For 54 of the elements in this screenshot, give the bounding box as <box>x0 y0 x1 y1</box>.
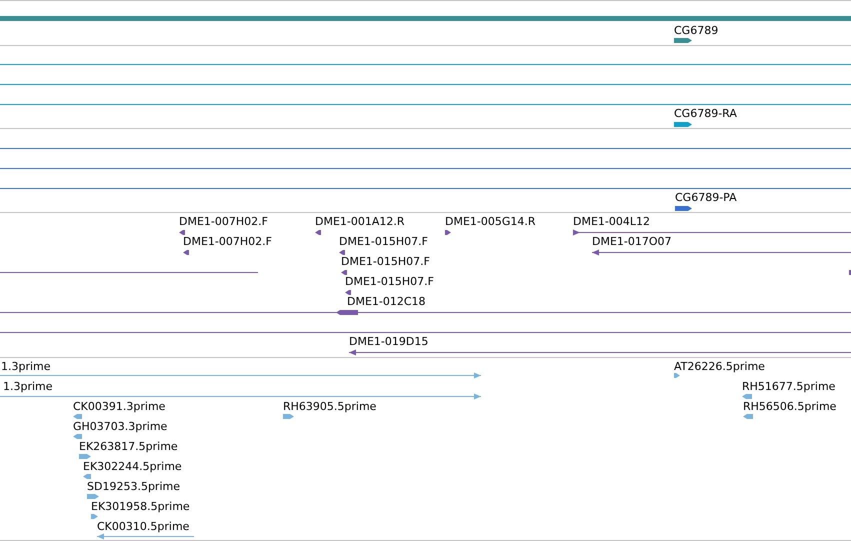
feature-arrow-block[interactable] <box>345 290 351 295</box>
feature-arrow-block[interactable] <box>83 474 91 479</box>
feature-label: CG6789 <box>674 24 718 37</box>
feature-label: DME1-001A12.R <box>315 215 405 228</box>
feature-arrow-block[interactable] <box>315 230 321 235</box>
feature-label: EK263817.5prime <box>79 440 178 453</box>
feature-label: DME1-015H07.F <box>339 235 428 248</box>
feature-arrow-line[interactable] <box>573 230 851 236</box>
feature-label: 1.3prime <box>1 360 51 373</box>
feature-label: DME1-007H02.F <box>179 215 268 228</box>
feature-label: DME1-017O07 <box>592 235 672 248</box>
feature-arrow-block[interactable] <box>79 454 91 459</box>
feature-arrow-block[interactable] <box>339 250 345 255</box>
feature-arrow-block[interactable] <box>283 414 294 419</box>
feature-label: AT26226.5prime <box>674 360 765 373</box>
feature-label: DME1-004L12 <box>573 215 650 228</box>
feature-arrow-block[interactable] <box>91 514 98 519</box>
feature-arrow-block[interactable] <box>341 270 347 275</box>
feature-label: DME1-005G14.R <box>445 215 536 228</box>
feature-arrow-line[interactable] <box>592 250 851 256</box>
feature-label: DME1-015H07.F <box>345 275 434 288</box>
feature-arrow-block[interactable] <box>445 230 451 235</box>
feature-arrow-block[interactable] <box>743 414 753 419</box>
feature-arrow-block[interactable] <box>674 122 692 127</box>
feature-arrow-block[interactable] <box>87 494 99 499</box>
feature-label: DME1-019D15 <box>349 335 428 348</box>
feature-label: EK301958.5prime <box>91 500 190 513</box>
feature-arrow-block[interactable] <box>183 250 189 255</box>
feature-label: CG6789-RA <box>674 107 737 120</box>
feature-label: CG6789-PA <box>675 191 737 204</box>
feature-label: CK00310.5prime <box>97 520 190 533</box>
feature-arrow-block[interactable] <box>336 310 358 315</box>
feature-label: RH56506.5prime <box>743 400 836 413</box>
feature-label: SD19253.5prime <box>87 480 180 493</box>
feature-label: RH51677.5prime <box>742 380 836 393</box>
feature-arrow-line[interactable] <box>97 534 194 540</box>
feature-label: DME1-007H02.F <box>183 235 272 248</box>
feature-arrow-block[interactable] <box>73 414 82 419</box>
feature-label: RH63905.5prime <box>283 400 376 413</box>
feature-arrow-block[interactable] <box>73 434 82 439</box>
feature-arrow-block[interactable] <box>675 206 692 211</box>
feature-arrow-line[interactable] <box>0 394 481 400</box>
feature-arrow-line[interactable] <box>0 372 481 378</box>
feature-label: 1.3prime <box>3 380 53 393</box>
feature-label: DME1-012C18 <box>347 295 426 308</box>
feature-label: DME1-015H07.F <box>341 255 430 268</box>
feature-arrow-block[interactable] <box>674 38 692 43</box>
feature-arrow-block[interactable] <box>674 373 680 378</box>
feature-arrow-block[interactable] <box>742 394 752 399</box>
feature-label: GH03703.3prime <box>73 420 168 433</box>
feature-label: EK302244.5prime <box>83 460 182 473</box>
feature-label: CK00391.3prime <box>73 400 166 413</box>
feature-arrow-block[interactable] <box>179 230 185 235</box>
feature-arrow-line[interactable] <box>349 350 851 356</box>
